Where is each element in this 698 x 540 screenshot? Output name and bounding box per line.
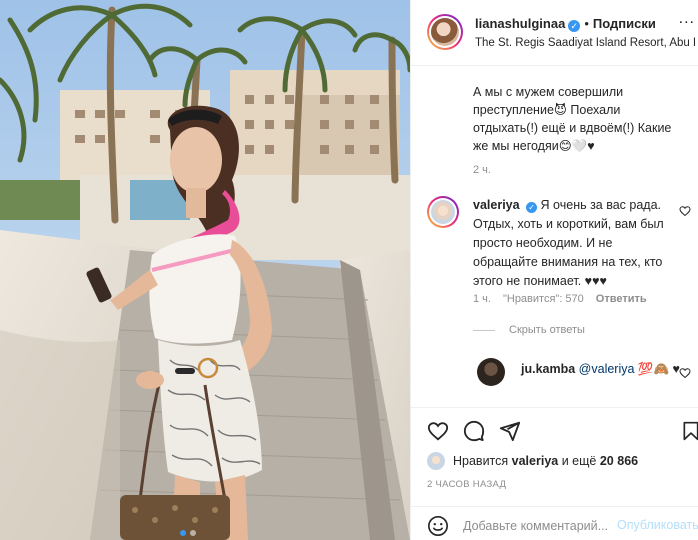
post-timestamp[interactable]: 2 ЧАСОВ НАЗАД — [427, 479, 506, 490]
share-icon[interactable] — [499, 420, 521, 442]
comment-time[interactable]: 1 ч. — [473, 293, 491, 305]
caption-time[interactable]: 2 ч. — [473, 164, 491, 176]
reply-text: 💯🙈 ♥ — [637, 362, 680, 376]
post-caption: А мы с мужем совершили преступление😈 Пое… — [473, 85, 672, 153]
comment-like-heart-icon[interactable] — [679, 205, 691, 217]
likes-summary: Нравится valeriya и ещё 20 866 — [427, 452, 638, 470]
comment-input[interactable] — [463, 516, 623, 536]
hide-replies-label: Скрыть ответы — [509, 324, 585, 336]
verified-icon: ✓ — [568, 20, 581, 32]
author-username[interactable]: lianashulginaa — [475, 16, 565, 31]
divider — [473, 329, 495, 331]
following-button[interactable]: Подписки — [593, 16, 656, 31]
comment-meta: 1 ч. "Нравится": 570 Ответить — [473, 293, 659, 305]
post-location[interactable]: The St. Regis Saadiyat Island Resort, Ab… — [475, 37, 695, 49]
author-line: lianashulginaa ✓ • Подписки — [475, 16, 656, 32]
post-panel: lianashulginaa ✓ • Подписки The St. Regis S… — [410, 0, 698, 540]
likes-prefix: Нравится — [453, 454, 509, 468]
verified-icon: ✓ — [526, 202, 538, 213]
comments-section: А мы с мужем совершили преступление😈 Пое… — [411, 67, 698, 407]
header-separator: • — [584, 16, 589, 31]
emoji-icon[interactable] — [427, 515, 449, 537]
comment-likes[interactable]: "Нравится": 570 — [503, 293, 584, 305]
likes-count[interactable]: 20 866 — [600, 454, 638, 468]
add-comment-bar: Опубликовать — [411, 506, 698, 540]
commenter-avatar[interactable] — [427, 196, 459, 228]
liker-avatar[interactable] — [427, 452, 445, 470]
comment-item: valeriya ✓ Я очень за вас рада. Отдых, х… — [473, 196, 678, 291]
carousel-indicator — [180, 530, 196, 536]
publish-button[interactable]: Опубликовать — [617, 518, 698, 532]
reply-mention[interactable]: @valeriya — [579, 362, 635, 376]
comment-icon[interactable] — [463, 420, 485, 442]
bookmark-icon[interactable] — [681, 420, 698, 442]
hide-replies-button[interactable]: Скрыть ответы — [473, 324, 585, 336]
carousel-dot[interactable] — [180, 530, 186, 536]
post-actions: Нравится valeriya и ещё 20 866 2 ЧАСОВ Н… — [411, 407, 698, 537]
likes-middle: и ещё — [561, 454, 597, 468]
reply-avatar[interactable] — [477, 358, 505, 386]
more-options-icon[interactable]: ... — [679, 11, 695, 27]
reply-username[interactable]: ju.kamba — [521, 362, 575, 376]
reply-item: ju.kamba @valeriya 💯🙈 ♥ — [521, 360, 681, 378]
liker-username[interactable]: valeriya — [512, 454, 559, 468]
author-avatar[interactable] — [427, 14, 463, 50]
comment-username[interactable]: valeriya — [473, 198, 520, 212]
carousel-dot[interactable] — [190, 530, 196, 536]
reply-like-heart-icon[interactable] — [679, 367, 691, 379]
reply-button[interactable]: Ответить — [596, 293, 647, 305]
photo-illustration — [0, 0, 410, 540]
post-photo[interactable] — [0, 0, 410, 540]
post-header: lianashulginaa ✓ • Подписки The St. Regis S… — [411, 0, 698, 66]
heart-icon[interactable] — [427, 420, 449, 442]
